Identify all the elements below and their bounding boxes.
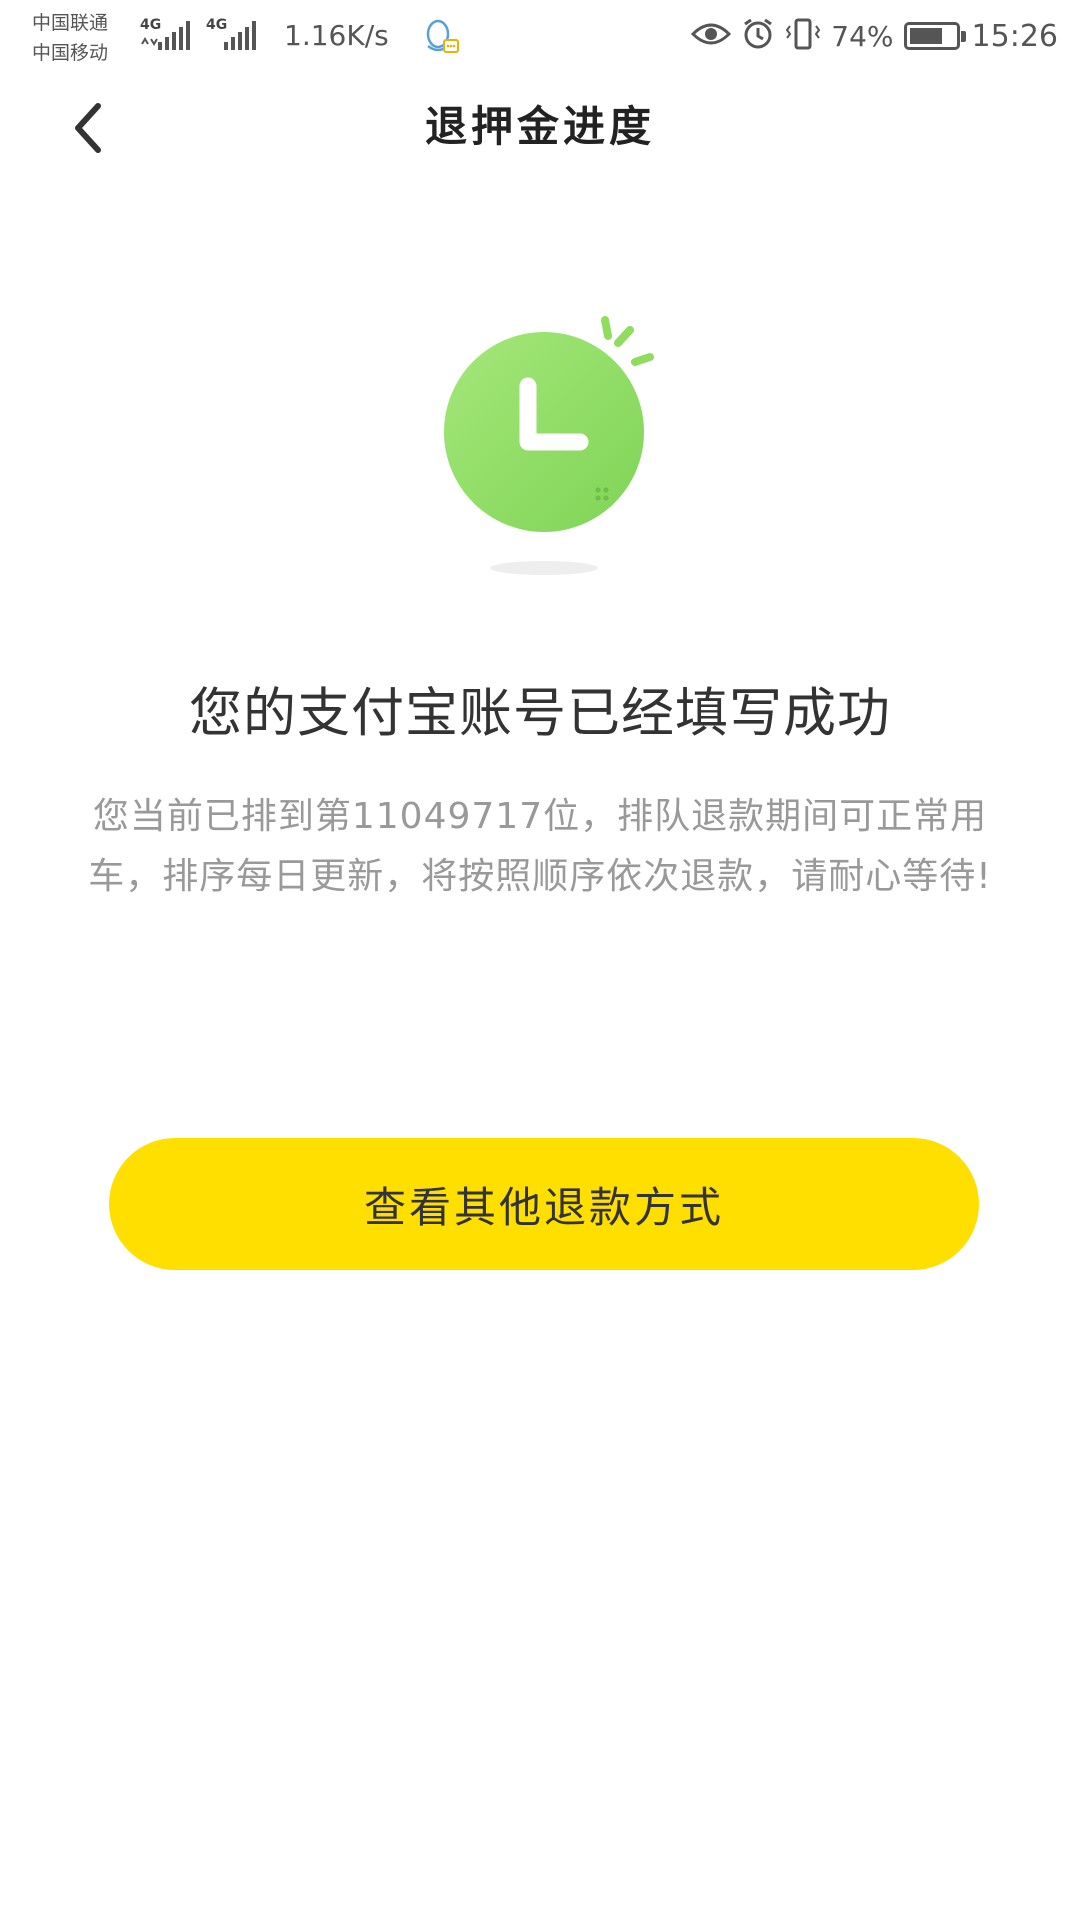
eye-icon <box>691 19 732 53</box>
signal-icon-2: 4G <box>206 18 262 58</box>
net-speed: 1.16K/s <box>284 19 389 52</box>
carrier-1: 中国联通 <box>32 12 109 34</box>
network-type-1: 4G <box>140 17 162 33</box>
battery-cap <box>960 31 966 42</box>
clock-icon <box>444 316 654 575</box>
status-time: 15:26 <box>971 18 1058 54</box>
qq-icon <box>420 16 460 62</box>
clock-illustration <box>430 310 670 580</box>
status-right-group: 74% 15:26 <box>681 14 1058 58</box>
status-bar: 中国联通 中国移动 4G 4G 1.16K/s 74% 15:26 <box>0 0 1080 76</box>
battery-icon <box>903 22 966 50</box>
result-description: 您当前已排到第11049717位，排队退款期间可正常用车，排序每日更新，将按照顺… <box>88 796 992 897</box>
signal-icon: 4G <box>140 18 196 58</box>
network-type-2: 4G <box>206 17 228 33</box>
alarm-icon <box>741 17 775 55</box>
carrier-labels: 中国联通 中国移动 <box>32 8 132 68</box>
carrier-2: 中国移动 <box>32 42 109 64</box>
result-title: 您的支付宝账号已经填写成功 <box>189 683 891 744</box>
vibrate-icon <box>785 16 821 56</box>
page-title: 退押金进度 <box>424 102 655 151</box>
battery-percent: 74% <box>831 19 894 53</box>
other-refund-methods-button[interactable]: 查看其他退款方式 <box>109 1138 979 1270</box>
nav-bar: 退押金进度 <box>0 76 1080 180</box>
battery-fill <box>909 28 943 44</box>
